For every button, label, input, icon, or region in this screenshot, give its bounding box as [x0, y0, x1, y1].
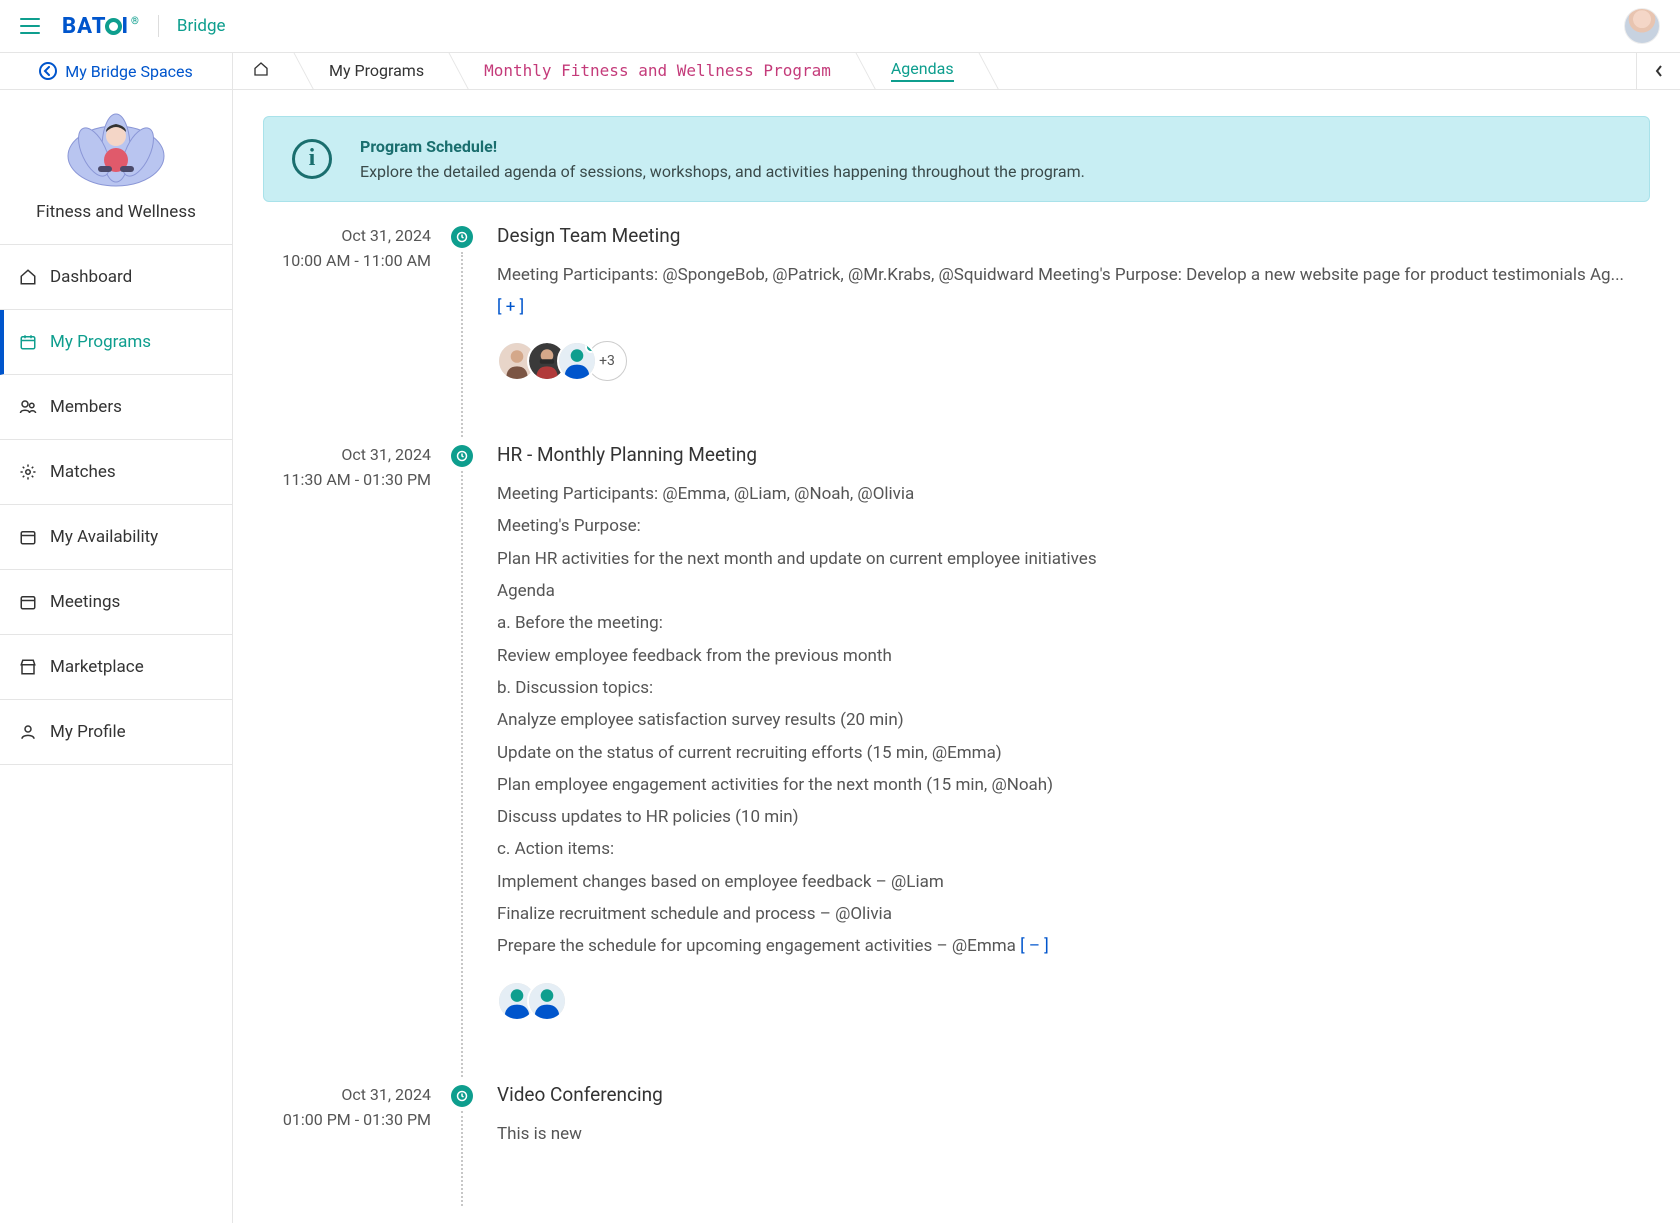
sidebar-item-label: My Profile: [50, 722, 126, 742]
sidebar-item-availability[interactable]: My Availability: [0, 505, 232, 570]
breadcrumb-label: Agendas: [891, 59, 954, 82]
arrow-left-icon: [39, 62, 57, 80]
sidebar-item-label: Matches: [50, 462, 116, 482]
space-card: Fitness and Wellness: [0, 90, 232, 245]
agenda-summary: This is new: [497, 1124, 582, 1144]
agenda-item: Oct 31, 2024 01:00 PM - 01:30 PM Video C…: [263, 1081, 1650, 1210]
agenda-item: Oct 31, 2024 11:30 AM - 01:30 PM HR - Mo…: [263, 441, 1650, 1080]
user-icon: [18, 722, 38, 742]
home-icon: [18, 267, 38, 287]
avatar[interactable]: [527, 981, 567, 1021]
breadcrumb-programs[interactable]: My Programs: [295, 53, 450, 89]
sidebar-item-members[interactable]: Members: [0, 375, 232, 440]
agenda-description: Meeting Participants: @SpongeBob, @Patri…: [497, 259, 1650, 324]
agenda-line: Agenda: [497, 575, 1650, 607]
agenda-line: Meeting's Purpose:: [497, 510, 1650, 542]
users-icon: [18, 397, 38, 417]
agenda-date: Oct 31, 2024: [263, 445, 431, 464]
calendar-icon: [18, 592, 38, 612]
sidebar-item-profile[interactable]: My Profile: [0, 700, 232, 765]
agenda-line: Analyze employee satisfaction survey res…: [497, 704, 1650, 736]
sidebar-item-label: My Availability: [50, 527, 158, 547]
agenda-line: Meeting Participants: @Emma, @Liam, @Noa…: [497, 478, 1650, 510]
breadcrumb-current[interactable]: Agendas: [857, 53, 980, 89]
agenda-summary: Meeting Participants: @SpongeBob, @Patri…: [497, 265, 1624, 285]
agenda-item: Oct 31, 2024 10:00 AM - 11:00 AM Design …: [263, 222, 1650, 442]
home-icon: [253, 61, 269, 81]
sidebar: My Bridge Spaces Fitne: [0, 53, 233, 1223]
agenda-line: Review employee feedback from the previo…: [497, 640, 1650, 672]
user-avatar[interactable]: [1624, 8, 1660, 44]
agenda-title: Design Team Meeting: [497, 224, 1650, 247]
overflow-count: +3: [599, 353, 615, 369]
avatar[interactable]: [557, 341, 597, 381]
logo-text: BAT: [62, 14, 106, 39]
agenda-date: Oct 31, 2024: [263, 1085, 431, 1104]
sidebar-item-label: Dashboard: [50, 267, 132, 287]
calendar-icon: [18, 527, 38, 547]
breadcrumb-label: Monthly Fitness and Wellness Program: [484, 61, 831, 80]
agenda-time: 10:00 AM - 11:00 AM: [263, 251, 431, 270]
sidebar-item-marketplace[interactable]: Marketplace: [0, 635, 232, 700]
back-label: My Bridge Spaces: [65, 62, 193, 81]
agenda-line: a. Before the meeting:: [497, 607, 1650, 639]
agenda-line: Finalize recruitment schedule and proces…: [497, 898, 1650, 930]
logo-reg: ®: [131, 16, 140, 27]
agenda-date: Oct 31, 2024: [263, 226, 431, 245]
banner-title: Program Schedule!: [360, 137, 1085, 156]
sidebar-item-label: Marketplace: [50, 657, 144, 677]
back-to-spaces[interactable]: My Bridge Spaces: [0, 53, 232, 90]
agenda-timeline: Oct 31, 2024 10:00 AM - 11:00 AM Design …: [263, 222, 1650, 1210]
top-bar: BAT I® Bridge: [0, 0, 1680, 53]
agenda-line: Plan employee engagement activities for …: [497, 769, 1650, 801]
space-illustration: [64, 108, 168, 190]
participant-avatars: +3: [497, 341, 1650, 381]
agenda-description: This is new: [497, 1118, 1650, 1150]
agenda-description: Meeting Participants: @Emma, @Liam, @Noa…: [497, 478, 1650, 962]
collapse-button[interactable]: [ – ]: [1020, 936, 1049, 956]
sidebar-item-my-programs[interactable]: My Programs: [0, 310, 232, 375]
app-name: Bridge: [177, 16, 226, 36]
banner-desc: Explore the detailed agenda of sessions,…: [360, 162, 1085, 181]
agenda-time: 11:30 AM - 01:30 PM: [263, 470, 431, 489]
breadcrumb-home[interactable]: [233, 53, 295, 89]
sidebar-item-dashboard[interactable]: Dashboard: [0, 245, 232, 310]
divider: [158, 15, 159, 37]
participant-avatars: [497, 981, 1650, 1021]
sidebar-item-meetings[interactable]: Meetings: [0, 570, 232, 635]
info-icon: i: [292, 139, 332, 179]
content-area: i Program Schedule! Explore the detailed…: [233, 90, 1680, 1223]
sidebar-item-label: My Programs: [50, 332, 151, 352]
agenda-time: 01:00 PM - 01:30 PM: [263, 1110, 431, 1129]
store-icon: [18, 657, 38, 677]
breadcrumb-label: My Programs: [329, 61, 424, 80]
clock-icon: [451, 1085, 473, 1107]
clock-icon: [451, 445, 473, 467]
info-banner: i Program Schedule! Explore the detailed…: [263, 116, 1650, 202]
agenda-line: Plan HR activities for the next month an…: [497, 543, 1650, 575]
logo-text: I: [121, 14, 129, 39]
menu-toggle-icon[interactable]: [20, 18, 40, 34]
gear-icon: [18, 462, 38, 482]
agenda-line: Prepare the schedule for upcoming engage…: [497, 936, 1016, 956]
agenda-title: HR - Monthly Planning Meeting: [497, 443, 1650, 466]
agenda-line: c. Action items:: [497, 833, 1650, 865]
agenda-line: b. Discussion topics:: [497, 672, 1650, 704]
breadcrumb-bar: My Programs Monthly Fitness and Wellness…: [233, 53, 1680, 90]
agenda-line: Implement changes based on employee feed…: [497, 866, 1650, 898]
sidebar-nav: Dashboard My Programs Members Matches My…: [0, 245, 232, 765]
expand-button[interactable]: [ + ]: [497, 297, 524, 317]
sidebar-item-label: Members: [50, 397, 122, 417]
calendar-icon: [18, 332, 38, 352]
brand-logo[interactable]: BAT I® Bridge: [62, 14, 226, 39]
sidebar-item-label: Meetings: [50, 592, 120, 612]
collapse-panel-button[interactable]: [1636, 53, 1680, 89]
agenda-line: Update on the status of current recruiti…: [497, 737, 1650, 769]
clock-icon: [451, 226, 473, 248]
sidebar-item-matches[interactable]: Matches: [0, 440, 232, 505]
space-title: Fitness and Wellness: [10, 202, 222, 222]
agenda-line: Discuss updates to HR policies (10 min): [497, 801, 1650, 833]
breadcrumb-program-name[interactable]: Monthly Fitness and Wellness Program: [450, 53, 857, 89]
agenda-title: Video Conferencing: [497, 1083, 1650, 1106]
